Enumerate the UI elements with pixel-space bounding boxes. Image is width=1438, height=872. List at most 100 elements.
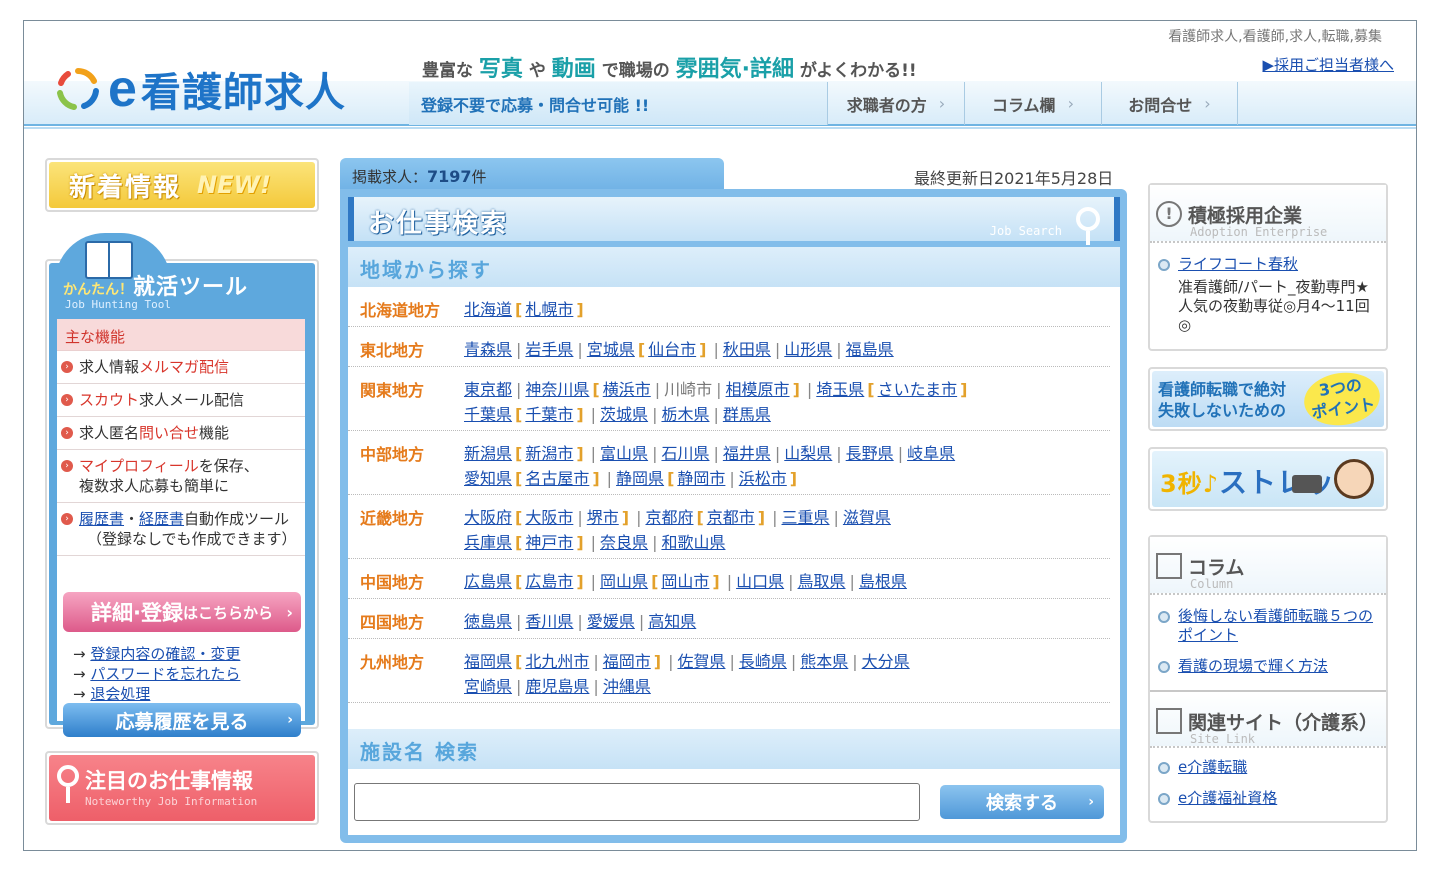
area-link[interactable]: 兵庫県 xyxy=(464,533,512,552)
area-link[interactable]: 岡山県 xyxy=(600,572,648,591)
area-link[interactable]: 北海道 xyxy=(464,300,512,319)
career-sheet-link[interactable]: 経歴書 xyxy=(139,510,184,528)
area-link[interactable]: 浜松市 xyxy=(739,469,787,488)
area-link[interactable]: 広島市 xyxy=(525,572,573,591)
area-link[interactable]: 滋賀県 xyxy=(843,508,891,527)
area-link[interactable]: 青森県 xyxy=(464,340,512,359)
column-link[interactable]: 看護の現場で輝く方法 xyxy=(1178,657,1328,675)
area-link[interactable]: 栃木県 xyxy=(661,405,709,424)
area-link[interactable]: 埼玉県 xyxy=(816,380,864,399)
area-link[interactable]: 北九州市 xyxy=(525,652,589,671)
area-link[interactable]: 福島県 xyxy=(846,340,894,359)
site-logo[interactable]: e 看護師求人 xyxy=(56,61,346,117)
area-link[interactable]: 愛媛県 xyxy=(587,612,635,631)
area-link[interactable]: 名古屋市 xyxy=(525,469,589,488)
arrow-bullet-icon: › xyxy=(61,361,73,373)
area-link[interactable]: 秋田県 xyxy=(723,340,771,359)
company-link[interactable]: ライフコート春秋 xyxy=(1178,255,1298,273)
area-link[interactable]: 岩手県 xyxy=(525,340,573,359)
area-link[interactable]: 愛知県 xyxy=(464,469,512,488)
detail-register-button[interactable]: 詳細·登録 はこちらから › xyxy=(63,592,301,632)
area-link[interactable]: さいたま市 xyxy=(878,380,958,399)
area-link[interactable]: 福岡市 xyxy=(603,652,651,671)
area-link[interactable]: 岐阜県 xyxy=(907,444,955,463)
area-link[interactable]: 札幌市 xyxy=(525,300,573,319)
exclamation-icon: ! xyxy=(1156,201,1182,227)
area-link[interactable]: 茨城県 xyxy=(600,405,648,424)
area-link[interactable]: 高知県 xyxy=(648,612,696,631)
area-link[interactable]: 相模原市 xyxy=(726,380,790,399)
area-link[interactable]: 三重県 xyxy=(782,508,830,527)
application-history-button[interactable]: 応募履歴を見る › xyxy=(63,703,301,737)
area-link[interactable]: 神奈川県 xyxy=(525,380,589,399)
area-link[interactable]: 大阪市 xyxy=(525,508,573,527)
area-link[interactable]: 横浜市 xyxy=(603,380,651,399)
separator: | xyxy=(729,652,735,671)
new-info-banner[interactable]: 新着情報 NEW! xyxy=(45,158,319,212)
area-link[interactable]: 沖縄県 xyxy=(603,677,651,696)
area-link[interactable]: 京都市 xyxy=(707,508,755,527)
area-link[interactable]: 千葉県 xyxy=(464,405,512,424)
area-link[interactable]: 山梨県 xyxy=(784,444,832,463)
area-link[interactable]: 仙台市 xyxy=(648,340,696,359)
job-hunting-tool-inner: かんたん！就活ツール Job Hunting Tool 主な機能 › 求人情報メ… xyxy=(49,233,315,737)
facility-search-button[interactable]: 検索する › xyxy=(940,785,1104,819)
area-link[interactable]: 京都府 xyxy=(645,508,693,527)
area-link[interactable]: 岡山市 xyxy=(661,572,709,591)
job-count-unit: 件 xyxy=(471,168,487,186)
resume-link[interactable]: 履歴書 xyxy=(79,510,124,528)
facility-search-input[interactable] xyxy=(354,783,920,821)
bracket-close: ] xyxy=(757,508,766,527)
three-points-banner[interactable]: 看護師転職で絶対 失敗しないための 3つの ポイント xyxy=(1148,367,1388,431)
area-link[interactable]: 大阪府 xyxy=(464,508,512,527)
area-link[interactable]: 長野県 xyxy=(846,444,894,463)
area-link[interactable]: 宮城県 xyxy=(587,340,635,359)
job-count-value: 7197 xyxy=(427,167,472,186)
area-link[interactable]: 山形県 xyxy=(784,340,832,359)
nav-contact[interactable]: お問合せ › xyxy=(1101,82,1238,125)
stretch-banner[interactable]: 3秒♪ストレッチ xyxy=(1148,447,1388,511)
area-link[interactable]: 佐賀県 xyxy=(677,652,725,671)
three-points-text: 看護師転職で絶対 失敗しないための xyxy=(1158,379,1286,421)
area-link[interactable]: 静岡市 xyxy=(677,469,725,488)
noteworthy-job-banner-inner: 注目のお仕事情報 Noteworthy Job Information xyxy=(49,755,315,821)
area-link[interactable]: 島根県 xyxy=(859,572,907,591)
nav-job-seekers[interactable]: 求職者の方 › xyxy=(827,82,964,125)
area-link[interactable]: 山口県 xyxy=(736,572,784,591)
area-link[interactable]: 東京都 xyxy=(464,380,512,399)
area-link[interactable]: 鹿児島県 xyxy=(525,677,589,696)
radio-icon xyxy=(1292,475,1322,493)
area-link[interactable]: 神戸市 xyxy=(525,533,573,552)
area-link[interactable]: 福井県 xyxy=(723,444,771,463)
area-link[interactable]: 徳島県 xyxy=(464,612,512,631)
site-link[interactable]: e介護福祉資格 xyxy=(1178,789,1277,807)
area-link[interactable]: 広島県 xyxy=(464,572,512,591)
area-link[interactable]: 長崎県 xyxy=(739,652,787,671)
area-link[interactable]: 宮崎県 xyxy=(464,677,512,696)
noteworthy-job-banner[interactable]: 注目のお仕事情報 Noteworthy Job Information xyxy=(45,751,319,825)
area-link[interactable]: 群馬県 xyxy=(723,405,771,424)
area-link[interactable]: 和歌山県 xyxy=(661,533,725,552)
area-link[interactable]: 奈良県 xyxy=(600,533,648,552)
area-link[interactable]: 千葉市 xyxy=(525,405,573,424)
column-link[interactable]: 後悔しない看護師転職５つのポイント xyxy=(1178,607,1373,644)
area-link[interactable]: 堺市 xyxy=(587,508,619,527)
area-link[interactable]: 鳥取県 xyxy=(798,572,846,591)
site-link[interactable]: e介護転職 xyxy=(1178,758,1247,776)
withdraw-link[interactable]: 退会処理 xyxy=(90,685,150,703)
column-item: 看護の現場で輝く方法 xyxy=(1150,653,1386,680)
confirm-registration-link[interactable]: 登録内容の確認・変更 xyxy=(90,645,240,663)
header-underline xyxy=(24,127,1416,129)
area-link[interactable]: 富山県 xyxy=(600,444,648,463)
area-link[interactable]: 香川県 xyxy=(525,612,573,631)
area-link[interactable]: 石川県 xyxy=(661,444,709,463)
recruiter-link[interactable]: ▶採用ご担当者様へ xyxy=(1262,54,1394,75)
area-link[interactable]: 新潟市 xyxy=(525,444,573,463)
area-link[interactable]: 静岡県 xyxy=(616,469,664,488)
area-link[interactable]: 大分県 xyxy=(862,652,910,671)
area-link[interactable]: 新潟県 xyxy=(464,444,512,463)
area-link[interactable]: 熊本県 xyxy=(800,652,848,671)
nav-column[interactable]: コラム欄 › xyxy=(964,82,1101,125)
area-link[interactable]: 福岡県 xyxy=(464,652,512,671)
forgot-password-link[interactable]: パスワードを忘れたら xyxy=(90,665,240,683)
